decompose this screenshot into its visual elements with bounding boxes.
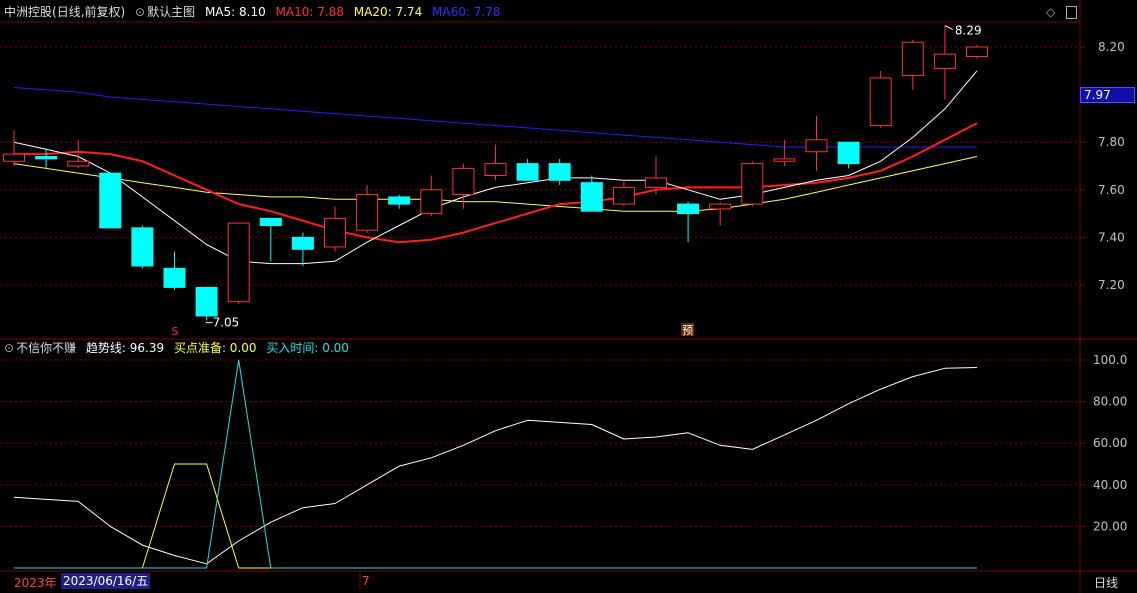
candle-down: [259, 217, 282, 227]
candle-down: [35, 155, 58, 160]
buy-prep-line: [14, 463, 977, 569]
sub-indicator-name[interactable]: 不信你不赚: [16, 341, 76, 355]
price-tick-label: 8.20: [1098, 40, 1125, 54]
candle-up: [901, 41, 924, 77]
candle-up: [420, 189, 443, 215]
candle-down: [837, 141, 860, 165]
buy-prep-value: 买点准备: 0.00: [173, 341, 257, 355]
candle-up: [324, 217, 346, 248]
main-chart-name[interactable]: 默认主图: [147, 5, 195, 19]
trend-line: [13, 367, 978, 565]
month-label: 7: [362, 574, 370, 588]
candle-up: [484, 163, 507, 177]
price-tick-label: 7.80: [1098, 135, 1125, 149]
chart-canvas[interactable]: 8.20 7.80 7.60 7.40 7.20 100.0 80.00 60.00 40.00…: [0, 0, 1137, 593]
ma10-line: [14, 122, 978, 244]
candle-up: [805, 139, 828, 153]
period-button[interactable]: 日线: [1094, 574, 1118, 591]
candle-up: [227, 222, 250, 303]
candle-down: [291, 236, 314, 250]
candle-up: [452, 167, 475, 196]
price-tick-label: 7.60: [1098, 183, 1125, 197]
sub-tick-label: 20.00: [1093, 519, 1127, 533]
stock-name: 中洲控股: [4, 5, 53, 19]
ma60-value: MA60: 7.78: [432, 5, 501, 19]
year-label: 2023年: [14, 576, 57, 590]
candle-up: [966, 46, 988, 58]
candle-down: [516, 163, 539, 181]
sub-tick-label: 100.0: [1093, 353, 1127, 367]
sub-tick-label: 60.00: [1093, 436, 1127, 450]
sub-tick-label: 40.00: [1093, 478, 1127, 492]
buy-time-line: [14, 359, 977, 569]
high-label: 8.29: [955, 24, 982, 38]
candle-down: [388, 196, 411, 205]
current-price-tag: 7.97: [1080, 87, 1135, 103]
buy-time-value: 买入时间: 0.00: [266, 341, 349, 355]
price-tick-label: 7.40: [1098, 230, 1125, 244]
sub-tick-label: 80.00: [1093, 395, 1127, 409]
candle-down: [548, 163, 571, 181]
candle-up: [773, 158, 796, 162]
candle-up: [3, 153, 25, 162]
sub-indicator-menu-icon[interactable]: ⊙: [4, 341, 14, 355]
candle-up: [709, 203, 732, 210]
candle-down: [677, 203, 700, 215]
indicator-menu-icon[interactable]: ⊙: [135, 5, 145, 19]
trend-line-value: 趋势线: 96.39: [85, 341, 165, 355]
cursor-date: 2023/06/16/五: [61, 573, 151, 589]
chart-window: 8.20 7.80 7.60 7.40 7.20 100.0 80.00 60.00 40.00…: [0, 0, 1137, 593]
sub-header: ⊙ 不信你不赚 趋势线: 96.39 买点准备: 0.00 买入时间: 0.00: [4, 341, 355, 355]
candle-down: [163, 267, 186, 288]
candle-down: [131, 227, 154, 267]
candle-up: [933, 53, 956, 69]
high-pointer: [944, 25, 954, 31]
candle-up: [741, 163, 764, 205]
diamond-icon[interactable]: ◇: [1046, 5, 1055, 19]
marker-yu: 预: [682, 324, 693, 337]
candle-up: [356, 194, 379, 231]
ma20-value: MA20: 7.74: [353, 5, 423, 19]
period-label: (日线,前复权): [52, 5, 126, 19]
candle-up: [612, 186, 635, 205]
candle-down: [580, 182, 603, 212]
marker-s: S: [172, 325, 179, 338]
candle-up: [67, 160, 90, 167]
price-tick-label: 7.20: [1098, 278, 1125, 292]
ma10-value: MA10: 7.88: [275, 5, 344, 19]
candle-down: [99, 172, 122, 229]
candle-down: [195, 286, 218, 317]
window-icon[interactable]: [1066, 6, 1077, 19]
ma60-line: [13, 87, 977, 148]
low-label: 7.05: [213, 316, 240, 330]
candle-up: [869, 77, 892, 127]
ma5-value: MA5: 8.10: [204, 5, 266, 19]
main-header: 中洲控股(日线,前复权) ⊙ 默认主图 MA5: 8.10 MA10: 7.88 …: [4, 5, 506, 19]
candle-up: [645, 177, 667, 188]
